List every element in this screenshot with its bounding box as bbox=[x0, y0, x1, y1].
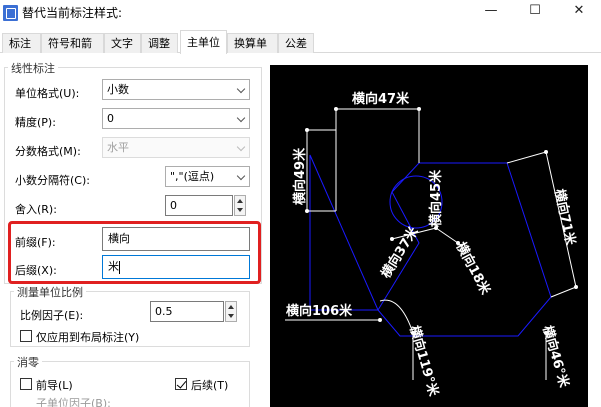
leading-label: 前导(L) bbox=[36, 379, 73, 392]
sub-units-factor-label: 子单位因子(B): bbox=[36, 397, 111, 407]
scale-factor-spinner[interactable] bbox=[225, 301, 237, 322]
tab-dimension-lines[interactable]: 标注线 bbox=[2, 33, 41, 70]
unit-format-label: 单位格式(U): bbox=[15, 87, 80, 100]
unit-format-select[interactable]: 小数 bbox=[102, 79, 250, 100]
preview-drawing: 横向47米 横向49米 横向45米 横向37米 横向18米 横向71米 横向10… bbox=[285, 91, 579, 399]
precision-value: 0 bbox=[107, 112, 114, 125]
preview-canvas: 横向47米 横向49米 横向45米 横向37米 横向18米 横向71米 横向10… bbox=[270, 65, 588, 407]
layout-only-checkbox[interactable] bbox=[20, 330, 32, 342]
spin-up-icon[interactable] bbox=[228, 305, 234, 309]
chevron-down-icon bbox=[236, 113, 246, 123]
tab-fit[interactable]: 调整 bbox=[141, 33, 178, 53]
primary-units-panel: 线性标注 单位格式(U): 小数 精度(P): 0 分数格式(M): 水平 小数… bbox=[0, 53, 601, 407]
round-off-spinner[interactable] bbox=[234, 195, 246, 216]
highlight-box bbox=[8, 221, 261, 284]
maximize-button[interactable]: ☐ bbox=[513, 0, 557, 22]
scale-group-title: 测量单位比例 bbox=[14, 284, 86, 300]
dim-text-right: 横向71米 bbox=[551, 188, 579, 248]
chevron-down-icon bbox=[236, 142, 246, 152]
dim-text-circle: 横向45米 bbox=[428, 169, 444, 227]
spin-down-icon[interactable] bbox=[228, 314, 234, 318]
dim-text-top: 横向47米 bbox=[352, 91, 410, 107]
spin-up-icon[interactable] bbox=[237, 199, 243, 203]
chevron-down-icon bbox=[236, 84, 246, 94]
fraction-format-select: 水平 bbox=[102, 137, 250, 158]
scale-factor-label: 比例因子(E): bbox=[20, 309, 84, 322]
tab-alternate-units[interactable]: 换算单位 bbox=[227, 33, 278, 70]
window-title: 替代当前标注样式: bbox=[22, 6, 123, 20]
dim-text-diag-mid: 横向18米 bbox=[452, 239, 493, 298]
tab-tolerances[interactable]: 公差 bbox=[278, 33, 314, 53]
tab-symbols-arrows[interactable]: 符号和箭头 bbox=[41, 33, 104, 70]
decimal-separator-value: ","(逗点) bbox=[170, 170, 215, 183]
app-icon bbox=[3, 5, 18, 21]
close-button[interactable]: ✕ bbox=[557, 0, 601, 22]
trailing-checkbox[interactable] bbox=[175, 378, 187, 390]
decimal-separator-select[interactable]: ","(逗点) bbox=[165, 166, 250, 187]
dim-text-left: 横向49米 bbox=[292, 147, 308, 205]
dim-line-diag-mid bbox=[435, 227, 459, 244]
round-off-input[interactable]: 0 bbox=[165, 195, 233, 216]
decimal-separator-label: 小数分隔符(C): bbox=[15, 174, 90, 187]
precision-select[interactable]: 0 bbox=[102, 108, 250, 129]
chevron-down-icon bbox=[236, 171, 246, 181]
scale-factor-input[interactable]: 0.5 bbox=[150, 301, 224, 322]
title-bar: 替代当前标注样式: — ☐ ✕ bbox=[0, 0, 601, 30]
dimension-lines bbox=[285, 108, 577, 380]
fraction-format-value: 水平 bbox=[107, 141, 129, 154]
zero-suppression-title: 消零 bbox=[14, 354, 42, 370]
fraction-format-label: 分数格式(M): bbox=[15, 145, 81, 158]
layout-only-label: 仅应用到布局标注(Y) bbox=[36, 331, 140, 344]
precision-label: 精度(P): bbox=[15, 116, 56, 129]
dim-line-right-ext bbox=[506, 151, 547, 164]
unit-format-value: 小数 bbox=[107, 83, 129, 96]
tab-primary-units[interactable]: 主单位 bbox=[180, 30, 227, 54]
spin-down-icon[interactable] bbox=[237, 208, 243, 212]
dim-text-bottom: 横向106米 bbox=[286, 303, 353, 319]
tab-text[interactable]: 文字 bbox=[104, 33, 141, 53]
round-off-label: 舍入(R): bbox=[15, 203, 57, 216]
tab-bar: 标注线 符号和箭头 文字 调整 主单位 换算单位 公差 bbox=[0, 30, 601, 70]
linear-dimensions-title: 线性标注 bbox=[8, 60, 58, 76]
dim-text-diag-left: 横向37米 bbox=[378, 223, 422, 281]
leading-checkbox[interactable] bbox=[20, 378, 32, 390]
dim-text-b1: 横向119°米 bbox=[406, 324, 442, 399]
trailing-label: 后续(T) bbox=[191, 379, 229, 392]
minimize-button[interactable]: — bbox=[469, 0, 513, 22]
dim-text-b2: 横向46°米 bbox=[539, 324, 572, 390]
